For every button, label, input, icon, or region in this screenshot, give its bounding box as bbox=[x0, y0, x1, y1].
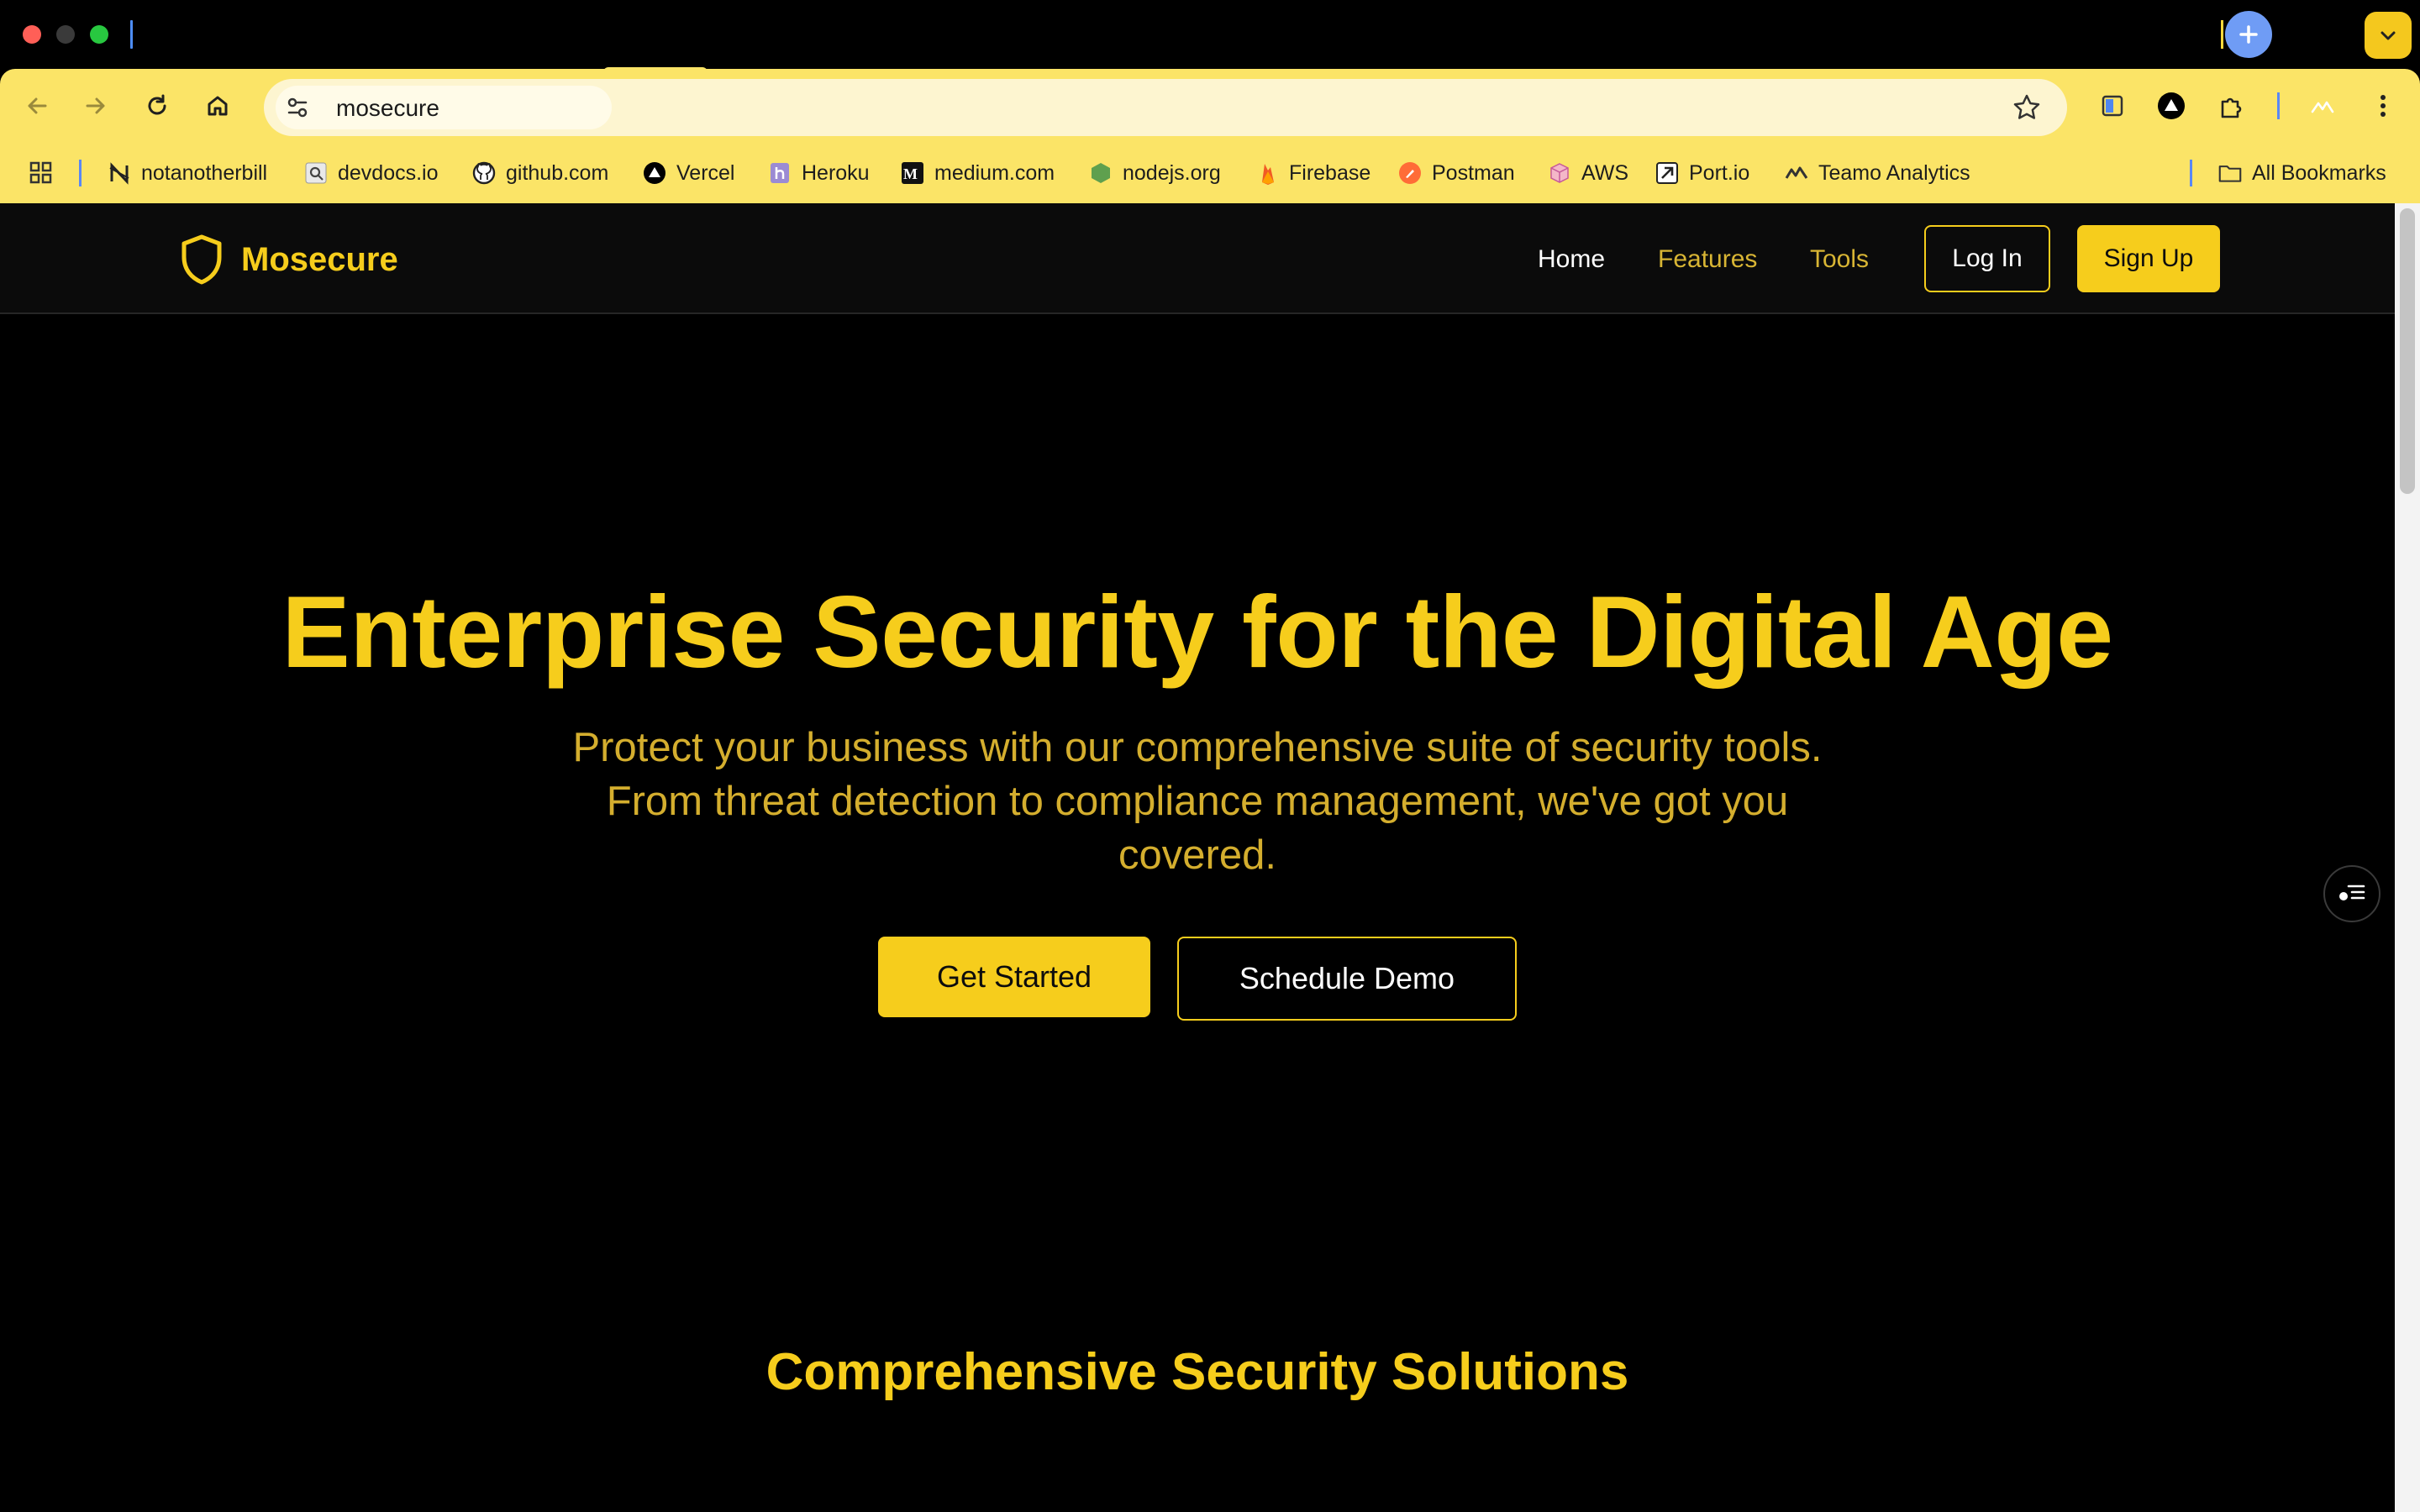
site-info-chip[interactable]: mosecure bbox=[276, 86, 612, 129]
reload-icon bbox=[148, 94, 166, 115]
reload-button[interactable] bbox=[140, 89, 174, 123]
bookmark-nodejs[interactable]: nodejs.org bbox=[1089, 158, 1221, 188]
bookmark-github[interactable]: github.com bbox=[472, 158, 608, 188]
close-window-button[interactable] bbox=[23, 25, 41, 44]
apps-grid-icon bbox=[29, 161, 52, 184]
postman-icon bbox=[1398, 161, 1422, 185]
bookmark-label: github.com bbox=[506, 160, 609, 185]
tab-separator bbox=[2221, 20, 2223, 49]
bookmark-label: Firebase bbox=[1289, 160, 1371, 185]
floating-reader-button[interactable] bbox=[2323, 865, 2381, 922]
folder-icon bbox=[2218, 161, 2242, 185]
kebab-menu-icon bbox=[2381, 95, 2386, 117]
bookmark-label: Teamo Analytics bbox=[1818, 160, 1970, 185]
bookmark-label: nodejs.org bbox=[1123, 160, 1221, 185]
bookmark-label: AWS bbox=[1581, 160, 1629, 185]
plus-icon bbox=[2239, 25, 2258, 44]
port-icon bbox=[1655, 161, 1679, 185]
bookmark-label: Port.io bbox=[1689, 160, 1750, 185]
all-bookmarks-label: All Bookmarks bbox=[2252, 160, 2386, 185]
bookmark-teamo[interactable]: Teamo Analytics bbox=[1785, 158, 1970, 188]
schedule-demo-button[interactable]: Schedule Demo bbox=[1177, 937, 1517, 1021]
tune-icon bbox=[287, 97, 308, 118]
window-titlebar bbox=[0, 0, 2420, 69]
apps-button[interactable] bbox=[29, 158, 54, 188]
vercel-extension-button[interactable] bbox=[2154, 89, 2188, 123]
address-bar[interactable]: mosecure bbox=[264, 79, 2067, 136]
shield-icon bbox=[182, 234, 222, 285]
puzzle-icon bbox=[2221, 97, 2242, 118]
arrow-left-icon bbox=[28, 97, 47, 114]
signup-button[interactable]: Sign Up bbox=[2077, 225, 2220, 292]
firebase-icon bbox=[1255, 161, 1279, 185]
bookmark-label: Vercel bbox=[676, 160, 735, 185]
bookmark-port[interactable]: Port.io bbox=[1655, 158, 1749, 188]
nav-features[interactable]: Features bbox=[1658, 245, 1757, 274]
minimize-window-button[interactable] bbox=[56, 25, 75, 44]
profile-extension-button[interactable] bbox=[2306, 89, 2339, 123]
address-text: mosecure bbox=[336, 95, 439, 121]
vercel-icon bbox=[643, 161, 666, 185]
home-icon bbox=[208, 96, 228, 116]
bookmark-label: notanotherbill bbox=[141, 160, 268, 185]
site-header: Mosecure Home Features Tools Log In Sign… bbox=[0, 203, 2395, 314]
maximize-window-button[interactable] bbox=[90, 25, 108, 44]
vercel-icon bbox=[2158, 92, 2185, 119]
all-bookmarks-button[interactable]: All Bookmarks bbox=[2218, 158, 2386, 188]
notanotherbill-icon bbox=[108, 161, 131, 185]
scrollbar-thumb[interactable] bbox=[2400, 208, 2415, 494]
bookmark-heroku[interactable]: Heroku bbox=[768, 158, 870, 188]
bookmark-label: devdocs.io bbox=[338, 160, 439, 185]
side-panel-button[interactable] bbox=[2096, 89, 2129, 123]
bookmark-aws[interactable]: AWS bbox=[1548, 158, 1628, 188]
back-button[interactable] bbox=[20, 89, 54, 123]
hero-subtitle: Protect your business with our comprehen… bbox=[572, 725, 1823, 878]
page-viewport: Mosecure Home Features Tools Log In Sign… bbox=[0, 203, 2420, 1512]
bookmark-label: Postman bbox=[1432, 160, 1515, 185]
browser-menu-button[interactable] bbox=[2366, 89, 2400, 123]
forward-button[interactable] bbox=[79, 89, 113, 123]
teamo-icon bbox=[1785, 161, 1808, 185]
github-icon bbox=[472, 161, 496, 185]
bookmark-notanotherbill[interactable]: notanotherbill bbox=[108, 158, 267, 188]
new-tab-button[interactable] bbox=[2225, 11, 2272, 58]
bookmarks-separator bbox=[2190, 160, 2192, 186]
tab-indicator bbox=[130, 20, 133, 49]
tab-search-button[interactable] bbox=[2365, 12, 2412, 59]
bookmark-devdocs[interactable]: devdocs.io bbox=[304, 158, 439, 188]
get-started-button[interactable]: Get Started bbox=[878, 937, 1150, 1017]
nav-tools[interactable]: Tools bbox=[1810, 245, 1869, 274]
bookmark-medium[interactable]: M medium.com bbox=[901, 158, 1055, 188]
svg-text:M: M bbox=[903, 165, 918, 182]
bookmark-vercel[interactable]: Vercel bbox=[643, 158, 734, 188]
home-button[interactable] bbox=[201, 89, 234, 123]
heroku-icon bbox=[768, 161, 792, 185]
chevron-down-icon bbox=[2381, 31, 2396, 40]
login-button[interactable]: Log In bbox=[1924, 225, 2050, 292]
reader-icon bbox=[2339, 885, 2365, 900]
brand-name: Mosecure bbox=[241, 240, 398, 278]
profile-extension-icon bbox=[2311, 101, 2334, 113]
toolbar-separator bbox=[2277, 92, 2280, 119]
section-title: Comprehensive Security Solutions bbox=[765, 1343, 1629, 1401]
extensions-button[interactable] bbox=[2215, 89, 2249, 123]
medium-icon: M bbox=[901, 161, 924, 185]
side-panel-icon bbox=[2102, 95, 2123, 117]
bookmarks-bar: notanotherbill devdocs.io github.com Ver… bbox=[0, 151, 2420, 195]
aws-icon bbox=[1548, 161, 1571, 185]
bookmark-firebase[interactable]: Firebase bbox=[1255, 158, 1370, 188]
nodejs-icon bbox=[1089, 161, 1113, 185]
site-brand[interactable]: Mosecure bbox=[179, 234, 398, 286]
bookmark-star-button[interactable] bbox=[2012, 92, 2042, 123]
bookmark-postman[interactable]: Postman bbox=[1398, 158, 1515, 188]
nav-home[interactable]: Home bbox=[1538, 245, 1605, 274]
hero-title: Enterprise Security for the Digital Age bbox=[281, 575, 2113, 689]
star-icon bbox=[2013, 94, 2040, 119]
bookmarks-separator bbox=[79, 160, 82, 186]
bookmark-label: Heroku bbox=[802, 160, 870, 185]
devdocs-icon bbox=[304, 161, 328, 185]
arrow-right-icon bbox=[86, 97, 105, 114]
bookmark-label: medium.com bbox=[934, 160, 1055, 185]
